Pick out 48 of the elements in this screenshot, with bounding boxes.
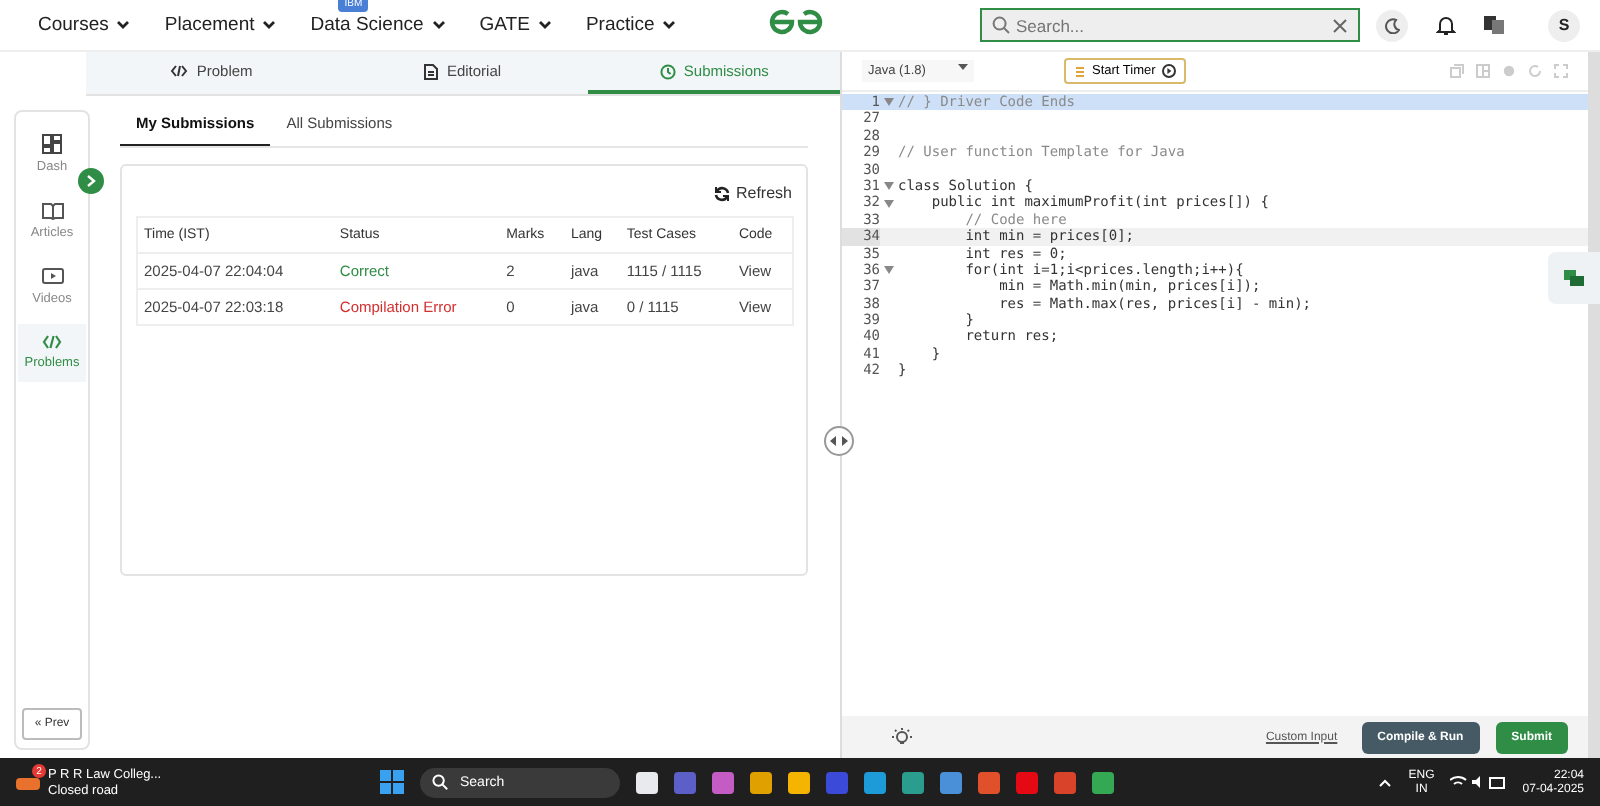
video-icon <box>41 268 63 286</box>
avatar[interactable]: S <box>1548 9 1580 41</box>
chevron-icon <box>262 20 277 30</box>
chevron-right-icon <box>86 174 96 188</box>
chat-icon <box>1564 269 1584 287</box>
app-icon[interactable] <box>636 771 658 793</box>
timer-icon <box>1074 65 1086 77</box>
search-icon <box>992 16 1010 34</box>
chevron-up-icon[interactable] <box>1378 777 1393 787</box>
bulb-icon[interactable] <box>892 727 912 747</box>
fold-icon[interactable] <box>884 182 894 191</box>
refresh-button[interactable]: Refresh <box>136 184 792 202</box>
search-field[interactable]: Search... <box>980 8 1360 42</box>
caret-icon <box>958 64 968 70</box>
app-icon[interactable] <box>750 771 772 793</box>
resize-icon <box>830 436 848 446</box>
play-icon <box>1161 64 1176 78</box>
dashboard-icon <box>42 134 62 154</box>
refresh-icon <box>713 185 730 201</box>
chevron-icon <box>431 20 446 30</box>
chevron-icon <box>662 20 677 30</box>
nav-menu-item[interactable]: Data Science <box>310 14 446 36</box>
book-icon <box>41 202 63 220</box>
resize-handle[interactable] <box>824 426 854 456</box>
chevron-icon <box>537 20 552 30</box>
fold-icon[interactable] <box>884 199 894 208</box>
expand-button[interactable] <box>78 168 104 194</box>
clock-icon <box>659 63 676 79</box>
status-icons[interactable] <box>1450 774 1507 790</box>
document-icon <box>424 63 439 79</box>
nav-menu-item[interactable]: Practice <box>585 14 677 36</box>
app-icon[interactable] <box>788 771 810 793</box>
bell-icon[interactable] <box>1436 14 1456 36</box>
moon-icon <box>1384 17 1400 33</box>
search-icon <box>432 774 448 790</box>
start-icon[interactable] <box>380 770 404 794</box>
theme-toggle-button[interactable] <box>1376 9 1408 41</box>
logo-icon[interactable] <box>768 8 824 36</box>
chat-button[interactable] <box>1548 252 1600 304</box>
nav-menu-item[interactable]: Courses <box>38 14 131 36</box>
fold-icon[interactable] <box>884 266 894 275</box>
code-icon <box>42 334 62 350</box>
close-icon[interactable] <box>1332 17 1348 33</box>
fold-icon[interactable] <box>884 98 894 107</box>
nav-menu-item[interactable]: Placement <box>164 14 277 36</box>
code-icon <box>170 64 189 78</box>
nav-menu-item[interactable]: GATE <box>479 14 552 36</box>
chevron-icon <box>116 20 131 30</box>
